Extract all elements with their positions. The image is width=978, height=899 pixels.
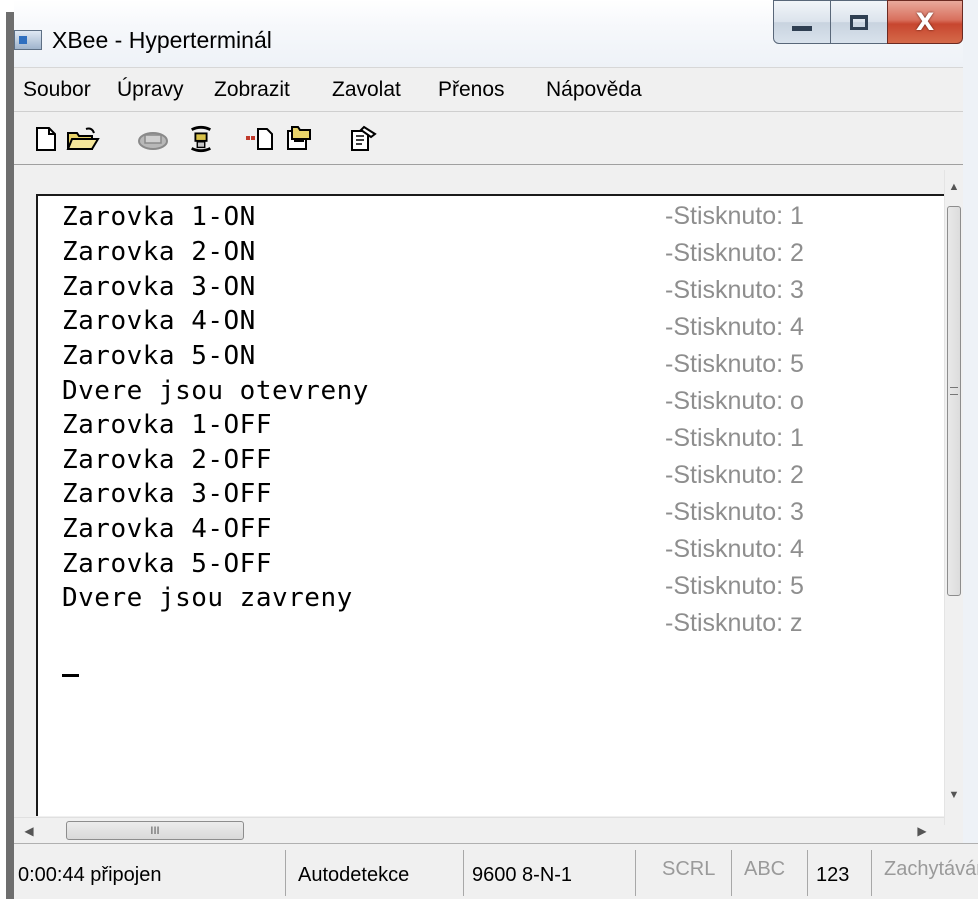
annotation-line: -Stisknuto: 1: [665, 424, 804, 452]
scroll-right-arrow-icon[interactable]: ▶: [909, 818, 935, 844]
window-maximize-icon: [850, 14, 868, 30]
close-button[interactable]: X: [887, 0, 963, 44]
window-frame-right: [963, 0, 978, 899]
toolbar: [14, 111, 963, 165]
vertical-scrollbar[interactable]: ▲ ▼: [944, 170, 963, 825]
vertical-scroll-thumb[interactable]: [947, 206, 961, 596]
terminal-line: Zarovka 3-OFF: [62, 479, 272, 509]
window-title: XBee - Hyperterminál: [52, 27, 272, 53]
annotation-line: -Stisknuto: 4: [665, 313, 804, 341]
connect-phone-icon[interactable]: [186, 125, 216, 153]
close-icon: X: [915, 8, 935, 36]
status-port-settings: 9600 8-N-1: [464, 850, 636, 896]
terminal-line: Zarovka 2-OFF: [62, 445, 272, 475]
maximize-button[interactable]: [830, 0, 888, 44]
scroll-down-arrow-icon[interactable]: ▼: [945, 782, 963, 808]
terminal-line: Zarovka 5-ON: [62, 341, 256, 371]
scroll-corner: [944, 825, 963, 843]
terminal-line: Zarovka 4-OFF: [62, 514, 272, 544]
scroll-grip-icon: [950, 387, 958, 395]
annotation-line: -Stisknuto: 1: [665, 202, 804, 230]
menu-upravy[interactable]: Úpravy: [117, 78, 184, 102]
keypress-annotations: -Stisknuto: 1 -Stisknuto: 2 -Stisknuto: …: [665, 194, 865, 654]
status-caps-lock: ABC: [732, 850, 808, 896]
annotation-line: -Stisknuto: 4: [665, 535, 804, 563]
properties-icon[interactable]: [348, 125, 380, 153]
new-connection-icon[interactable]: [32, 125, 60, 153]
status-scroll-lock: SCRL: [636, 850, 732, 896]
hyperterminal-window: XBee - Hyperterminál X Soubor Úpravy Zob…: [0, 0, 978, 899]
annotation-line: -Stisknuto: 3: [665, 276, 804, 304]
menu-zobrazit[interactable]: Zobrazit: [214, 78, 290, 102]
scroll-up-arrow-icon[interactable]: ▲: [945, 174, 963, 200]
scroll-left-arrow-icon[interactable]: ◀: [16, 818, 42, 844]
status-bar: 0:00:44 připojen Autodetekce 9600 8-N-1 …: [14, 843, 978, 899]
annotation-line: -Stisknuto: 2: [665, 239, 804, 267]
status-detect: Autodetekce: [286, 850, 464, 896]
terminal-line: Zarovka 4-ON: [62, 306, 256, 336]
annotation-line: -Stisknuto: 2: [665, 461, 804, 489]
annotation-line: -Stisknuto: 3: [665, 498, 804, 526]
terminal-line: Zarovka 3-ON: [62, 272, 256, 302]
horizontal-scrollbar[interactable]: ◀ III ▶: [14, 817, 944, 843]
menu-soubor[interactable]: Soubor: [23, 78, 91, 102]
terminal-line: Dvere jsou zavreny: [62, 583, 353, 613]
send-icon[interactable]: [244, 125, 276, 153]
annotation-line: -Stisknuto: 5: [665, 572, 804, 600]
terminal-line: Zarovka 1-OFF: [62, 410, 272, 440]
terminal-cursor: [62, 674, 79, 677]
annotation-line: -Stisknuto: o: [665, 387, 804, 415]
caption-buttons: X: [773, 0, 963, 46]
menu-napoveda[interactable]: Nápověda: [546, 78, 642, 102]
menu-bar: Soubor Úpravy Zobrazit Zavolat Přenos Ná…: [14, 67, 963, 111]
terminal-line: Zarovka 2-ON: [62, 237, 256, 267]
disconnect-phone-icon[interactable]: [136, 125, 170, 153]
status-num-lock: 123: [808, 850, 872, 896]
menu-prenos[interactable]: Přenos: [438, 78, 505, 102]
horizontal-scroll-thumb[interactable]: III: [66, 821, 244, 840]
terminal-line: Zarovka 1-ON: [62, 202, 256, 232]
annotation-line: -Stisknuto: 5: [665, 350, 804, 378]
menu-zavolat[interactable]: Zavolat: [332, 78, 401, 102]
background-edge: [0, 0, 14, 899]
terminal-line: Dvere jsou otevreny: [62, 376, 369, 406]
status-capture: Zachytávání: [884, 858, 978, 880]
hyperterminal-app-icon[interactable]: [14, 30, 42, 50]
window-minimize-icon: [792, 25, 812, 31]
terminal-line: Zarovka 5-OFF: [62, 549, 272, 579]
minimize-button[interactable]: [773, 0, 831, 44]
receive-icon[interactable]: [284, 125, 316, 153]
status-connection-time: 0:00:44 připojen: [14, 850, 286, 896]
open-icon[interactable]: [66, 125, 100, 153]
annotation-line: -Stisknuto: z: [665, 609, 803, 637]
